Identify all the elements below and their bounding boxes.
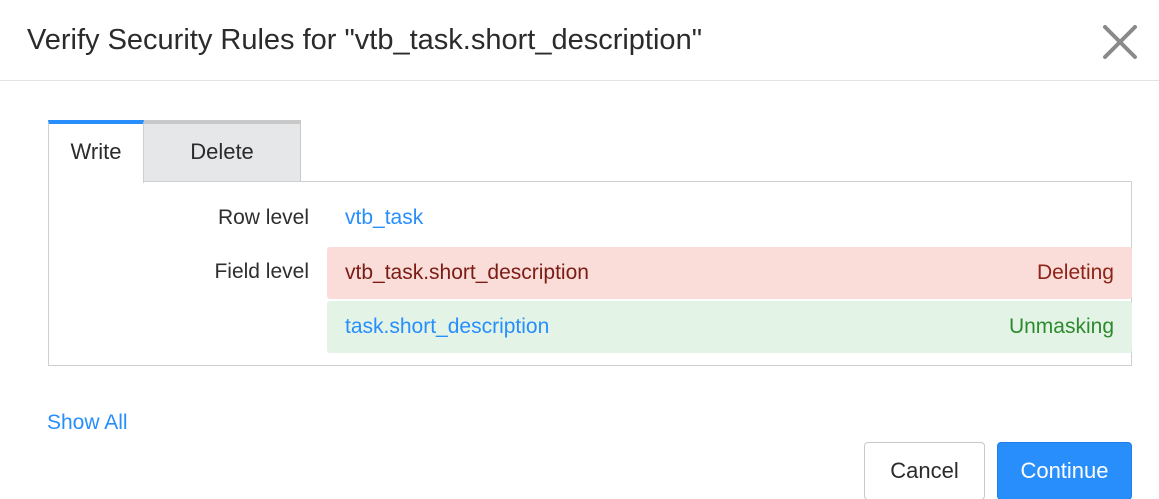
field-rule-deleting: vtb_task.short_description Deleting [327,247,1132,299]
field-rule-name: vtb_task.short_description [345,261,589,284]
rules-panel: Row level vtb_task Field level vtb_task.… [48,181,1132,366]
field-rule-link[interactable]: task.short_description [345,301,549,353]
dialog-title: Verify Security Rules for "vtb_task.shor… [27,24,702,56]
close-button[interactable] [1097,19,1143,65]
status-label-unmasking: Unmasking [1008,315,1114,338]
close-icon [1103,25,1137,59]
field-level-label: Field level [214,260,309,283]
show-all-link[interactable]: Show All [47,411,128,435]
row-level-label: Row level [217,206,309,229]
status-label-deleting: Deleting [1036,261,1114,284]
field-rule-unmasking: task.short_description Unmasking [327,301,1132,353]
tab-write[interactable]: Write [48,120,144,183]
verify-security-rules-dialog: Verify Security Rules for "vtb_task.shor… [0,0,1159,499]
continue-button[interactable]: Continue [997,442,1132,499]
cancel-button[interactable]: Cancel [864,442,985,499]
dialog-header: Verify Security Rules for "vtb_task.shor… [0,0,1159,81]
tab-delete[interactable]: Delete [144,120,301,182]
row-level-rule-link[interactable]: vtb_task [345,206,423,230]
